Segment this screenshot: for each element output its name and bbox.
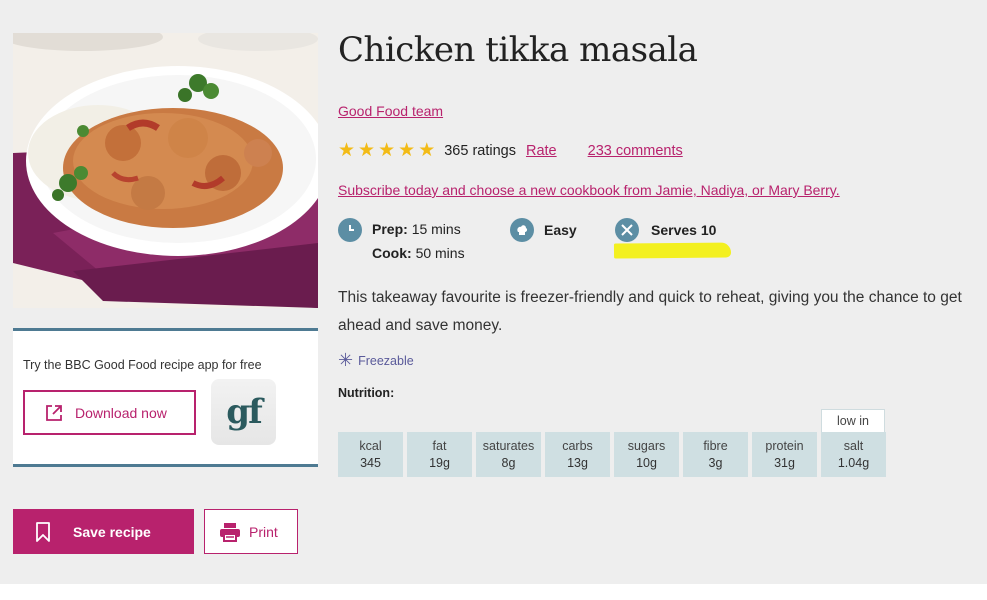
nutrient-value: 1.04g: [837, 456, 870, 470]
cutlery-icon: [615, 218, 639, 242]
yellow-highlight-mark: [613, 242, 732, 259]
ratings-count: 365 ratings: [444, 142, 516, 159]
chef-hat-icon: [510, 218, 534, 242]
nutrient-value: 13g: [567, 456, 588, 470]
print-button[interactable]: Print: [204, 509, 298, 554]
save-recipe-button[interactable]: Save recipe: [13, 509, 194, 554]
external-link-icon: [45, 404, 63, 422]
nutrition-cell-protein: protein 31g: [752, 432, 817, 477]
download-now-label: Download now: [75, 404, 167, 421]
recipe-description: This takeaway favourite is freezer-frien…: [338, 289, 962, 334]
star-rating[interactable]: ★ ★ ★ ★ ★: [338, 141, 435, 160]
nutrient-name: carbs: [562, 439, 593, 453]
nutrient-name: sugars: [627, 439, 666, 453]
nutrient-value: 3g: [708, 456, 723, 470]
nutrition-cell-kcal: kcal 345: [338, 432, 403, 477]
download-now-button[interactable]: Download now: [23, 390, 196, 435]
star-icon: ★: [378, 140, 396, 161]
promo-text: Try the BBC Good Food recipe app for fre…: [23, 358, 262, 372]
nutrition-cell-fibre: fibre 3g: [683, 432, 748, 477]
rate-link[interactable]: Rate: [526, 143, 557, 159]
nutrition-cell-salt: salt 1.04g: [821, 432, 886, 477]
clock-icon: [338, 218, 362, 242]
freezable-label: Freezable: [358, 353, 414, 368]
nutrient-value: 19g: [429, 456, 450, 470]
nutrient-name: kcal: [359, 439, 382, 453]
author-link[interactable]: Good Food team: [338, 103, 443, 119]
star-icon: ★: [358, 140, 376, 161]
nutrient-name: saturates: [482, 439, 535, 453]
bookmark-icon: [35, 521, 51, 542]
comments-link[interactable]: 233 comments: [588, 143, 683, 159]
difficulty-label: Easy: [544, 222, 577, 238]
nutrient-name: fat: [432, 439, 447, 453]
nutrition-cell-carbs: carbs 13g: [545, 432, 610, 477]
cook-value: 50 mins: [415, 245, 465, 261]
nutrient-name: salt: [843, 439, 864, 453]
app-promo: Try the BBC Good Food recipe app for fre…: [13, 328, 318, 467]
serves-label: Serves 10: [651, 222, 717, 238]
nutrition-heading: Nutrition:: [338, 386, 395, 400]
cook-label: Cook:: [372, 245, 412, 261]
printer-icon: [219, 522, 241, 542]
nutrient-value: 10g: [636, 456, 657, 470]
subscribe-link[interactable]: Subscribe today and choose a new cookboo…: [338, 182, 840, 198]
nutrient-value: 8g: [501, 456, 516, 470]
nutrient-value: 31g: [774, 456, 795, 470]
star-icon: ★: [418, 140, 436, 161]
nutrition-cell-sugars: sugars 10g: [614, 432, 679, 477]
snowflake-icon: ✳: [338, 350, 354, 370]
recipe-page: Try the BBC Good Food recipe app for fre…: [0, 0, 987, 584]
prep-value: 15 mins: [411, 221, 461, 237]
servings: Serves 10: [615, 218, 716, 242]
nutrition-table: kcal 345 fat 19g saturates 8g carbs 13g suga…: [338, 432, 886, 477]
nutrient-value: 345: [360, 456, 381, 470]
nutrition-cell-fat: fat 19g: [407, 432, 472, 477]
low-in-badge: low in: [821, 409, 885, 433]
save-recipe-label: Save recipe: [73, 523, 151, 540]
freezable-badge: ✳ Freezable: [338, 350, 414, 371]
prep-cook-time: Prep: 15 mins Cook: 50 mins: [338, 218, 465, 265]
nutrient-name: protein: [765, 439, 804, 453]
nutrition-cell-saturates: saturates 8g: [476, 432, 541, 477]
nutrient-name: fibre: [703, 439, 728, 453]
difficulty: Easy: [510, 218, 577, 242]
recipe-title: Chicken tikka masala: [338, 30, 698, 70]
rating-row: ★ ★ ★ ★ ★ 365 ratings Rate 233 comments: [338, 141, 683, 160]
recipe-image: [13, 33, 318, 308]
prep-label: Prep:: [372, 221, 408, 237]
good-food-app-logo[interactable]: gf: [211, 379, 276, 445]
star-icon: ★: [398, 140, 416, 161]
star-icon: ★: [338, 140, 356, 161]
print-label: Print: [249, 523, 278, 540]
